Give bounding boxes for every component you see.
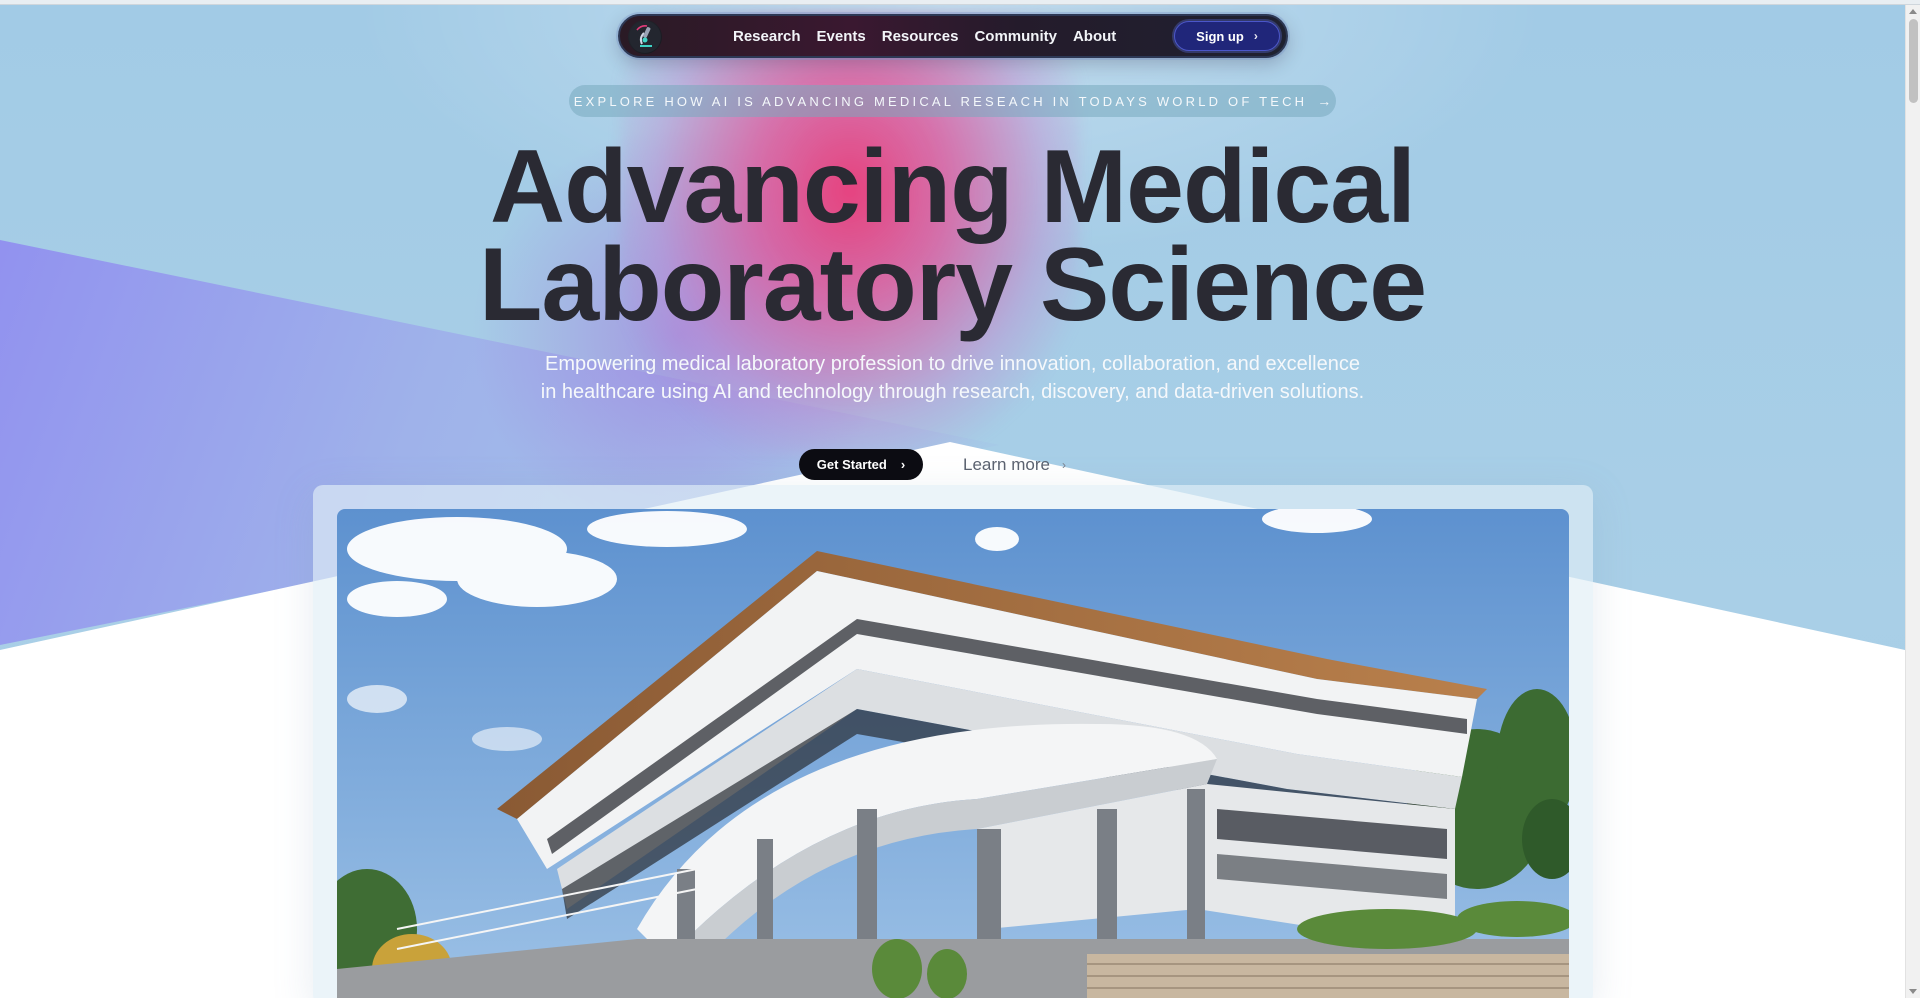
hero-title-line-1: Advancing Medical [490,129,1416,245]
nav-links: Research Events Resources Community Abou… [733,16,1132,56]
get-started-button[interactable]: Get Started › [799,449,923,480]
hero-subtitle-line-2: in healthcare using AI and technology th… [540,381,1365,403]
get-started-label: Get Started [816,457,887,472]
hero-subtitle-line-1: Empowering medical laboratory profession… [545,353,1360,375]
learn-more-link[interactable]: Learn more › [963,453,1066,477]
nav-link-resources[interactable]: Resources [882,28,959,45]
nav-link-research[interactable]: Research [733,28,801,45]
arrow-right-icon: → [1317,93,1332,109]
announcement-pill[interactable]: EXPLORE HOW AI IS ADVANCING MEDICAL RESE… [569,85,1336,117]
chevron-right-icon: › [900,457,906,472]
hero-title-line-2: Laboratory Science [478,227,1427,343]
signup-button[interactable]: Sign up › [1174,21,1280,51]
learn-more-label: Learn more [963,455,1050,474]
top-navigation: Research Events Resources Community Abou… [618,14,1288,58]
microscope-icon[interactable] [628,20,662,54]
nav-link-about[interactable]: About [1073,28,1116,45]
browser-top-edge [0,0,1920,5]
announcement-text: EXPLORE HOW AI IS ADVANCING MEDICAL RESE… [573,93,1308,109]
page-scrollbar[interactable] [1905,5,1920,998]
scroll-up-icon[interactable] [1909,9,1917,14]
nav-link-community[interactable]: Community [974,28,1057,45]
scrollbar-thumb[interactable] [1909,19,1918,103]
nav-link-events[interactable]: Events [817,28,866,45]
signup-label: Sign up [1196,28,1244,44]
chevron-right-icon: › [1061,458,1066,472]
chevron-right-icon: › [1253,29,1258,43]
hero-building-photo [337,509,1569,998]
scroll-down-icon[interactable] [1909,989,1917,994]
